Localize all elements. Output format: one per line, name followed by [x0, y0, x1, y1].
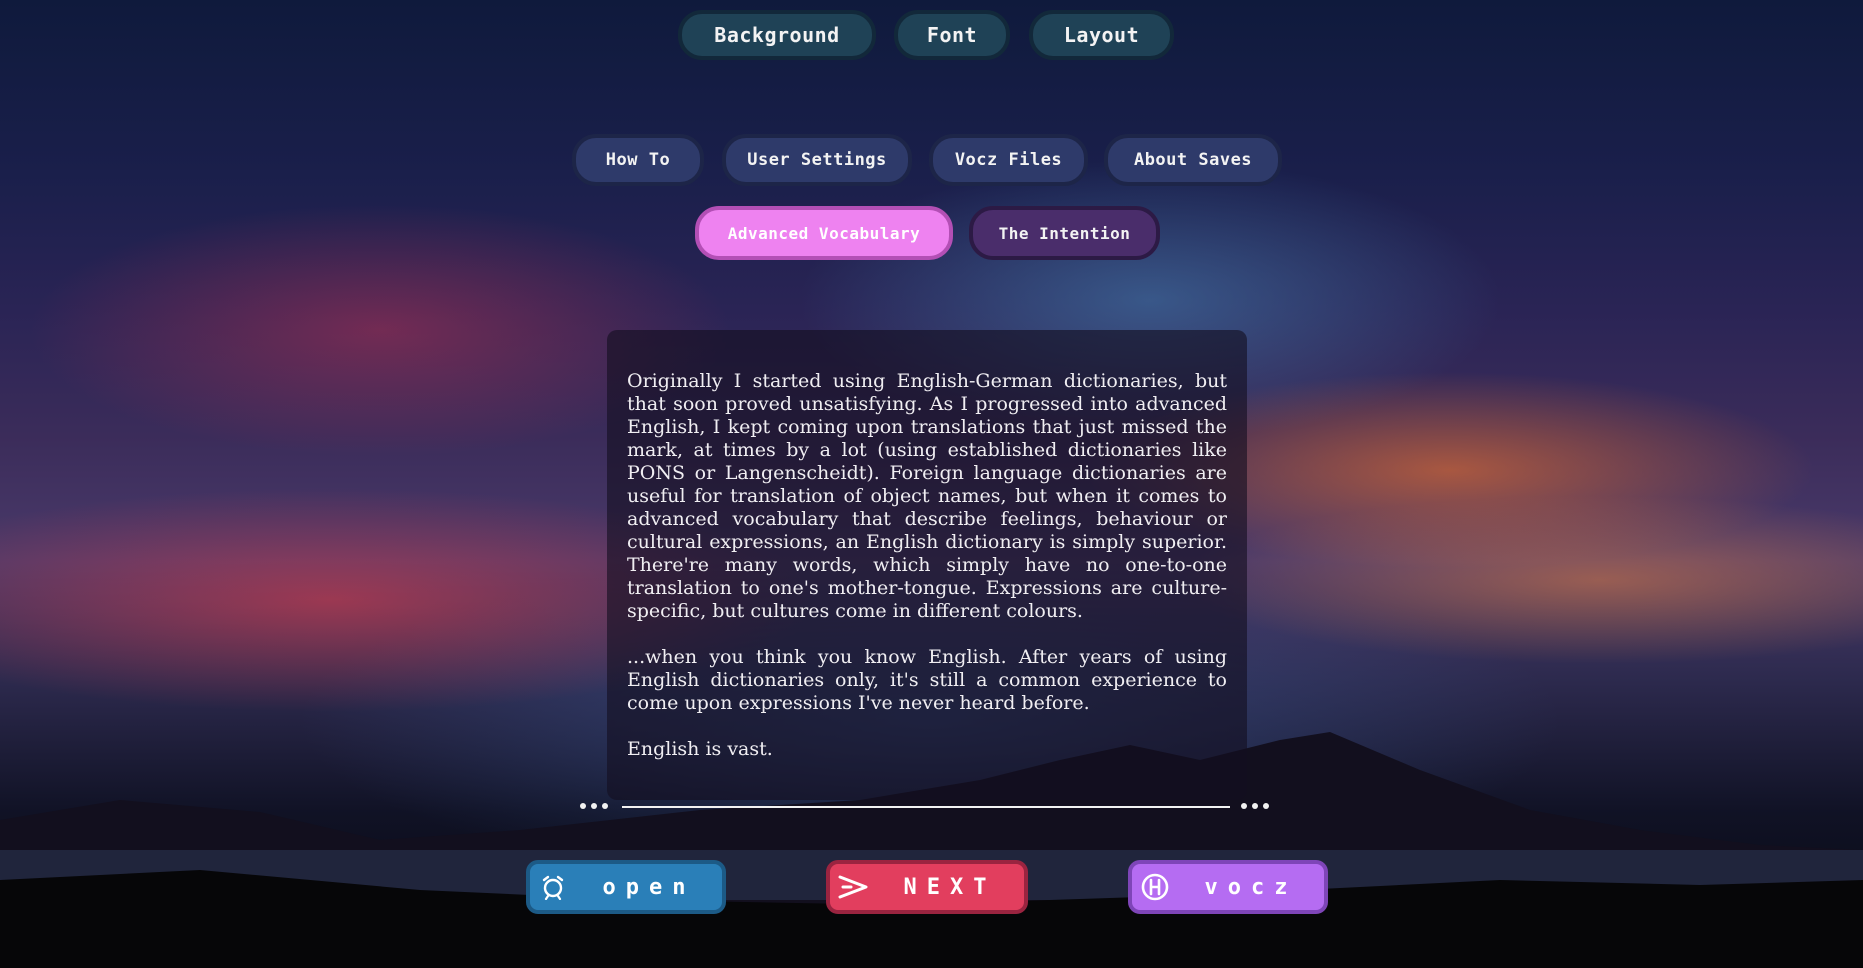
tab-the-intention[interactable]: The Intention [969, 206, 1160, 260]
background-button[interactable]: Background [678, 10, 876, 60]
tab-user-settings[interactable]: User Settings [722, 134, 912, 186]
open-button[interactable]: open [526, 860, 726, 914]
tab-how-to[interactable]: How To [572, 134, 704, 186]
alarm-clock-icon [530, 874, 576, 900]
next-button[interactable]: NEXT [826, 860, 1028, 914]
h-circle-icon [1132, 872, 1178, 902]
vocz-label: vocz [1204, 874, 1298, 900]
next-label: NEXT [903, 874, 997, 900]
layout-button[interactable]: Layout [1029, 10, 1174, 60]
vocz-button[interactable]: vocz [1128, 860, 1328, 914]
open-label: open [602, 874, 696, 900]
divider-dots-right [1241, 803, 1269, 809]
tab-about-saves[interactable]: About Saves [1104, 134, 1282, 186]
font-button[interactable]: Font [894, 10, 1010, 60]
content-panel: Originally I started using English-Germa… [607, 330, 1247, 800]
divider-line [622, 806, 1230, 808]
divider-dots-left [580, 803, 608, 809]
content-divider [580, 803, 1275, 817]
greater-than-arrow-icon [830, 874, 876, 900]
tab-vocz-files[interactable]: Vocz Files [929, 134, 1088, 186]
content-paragraph-3: English is vast. [627, 738, 773, 760]
content-paragraph-1: Originally I started using English-Germa… [627, 370, 1227, 622]
content-paragraph-2: ...when you think you know English. Afte… [627, 646, 1227, 714]
tab-advanced-vocabulary[interactable]: Advanced Vocabulary [695, 206, 953, 260]
